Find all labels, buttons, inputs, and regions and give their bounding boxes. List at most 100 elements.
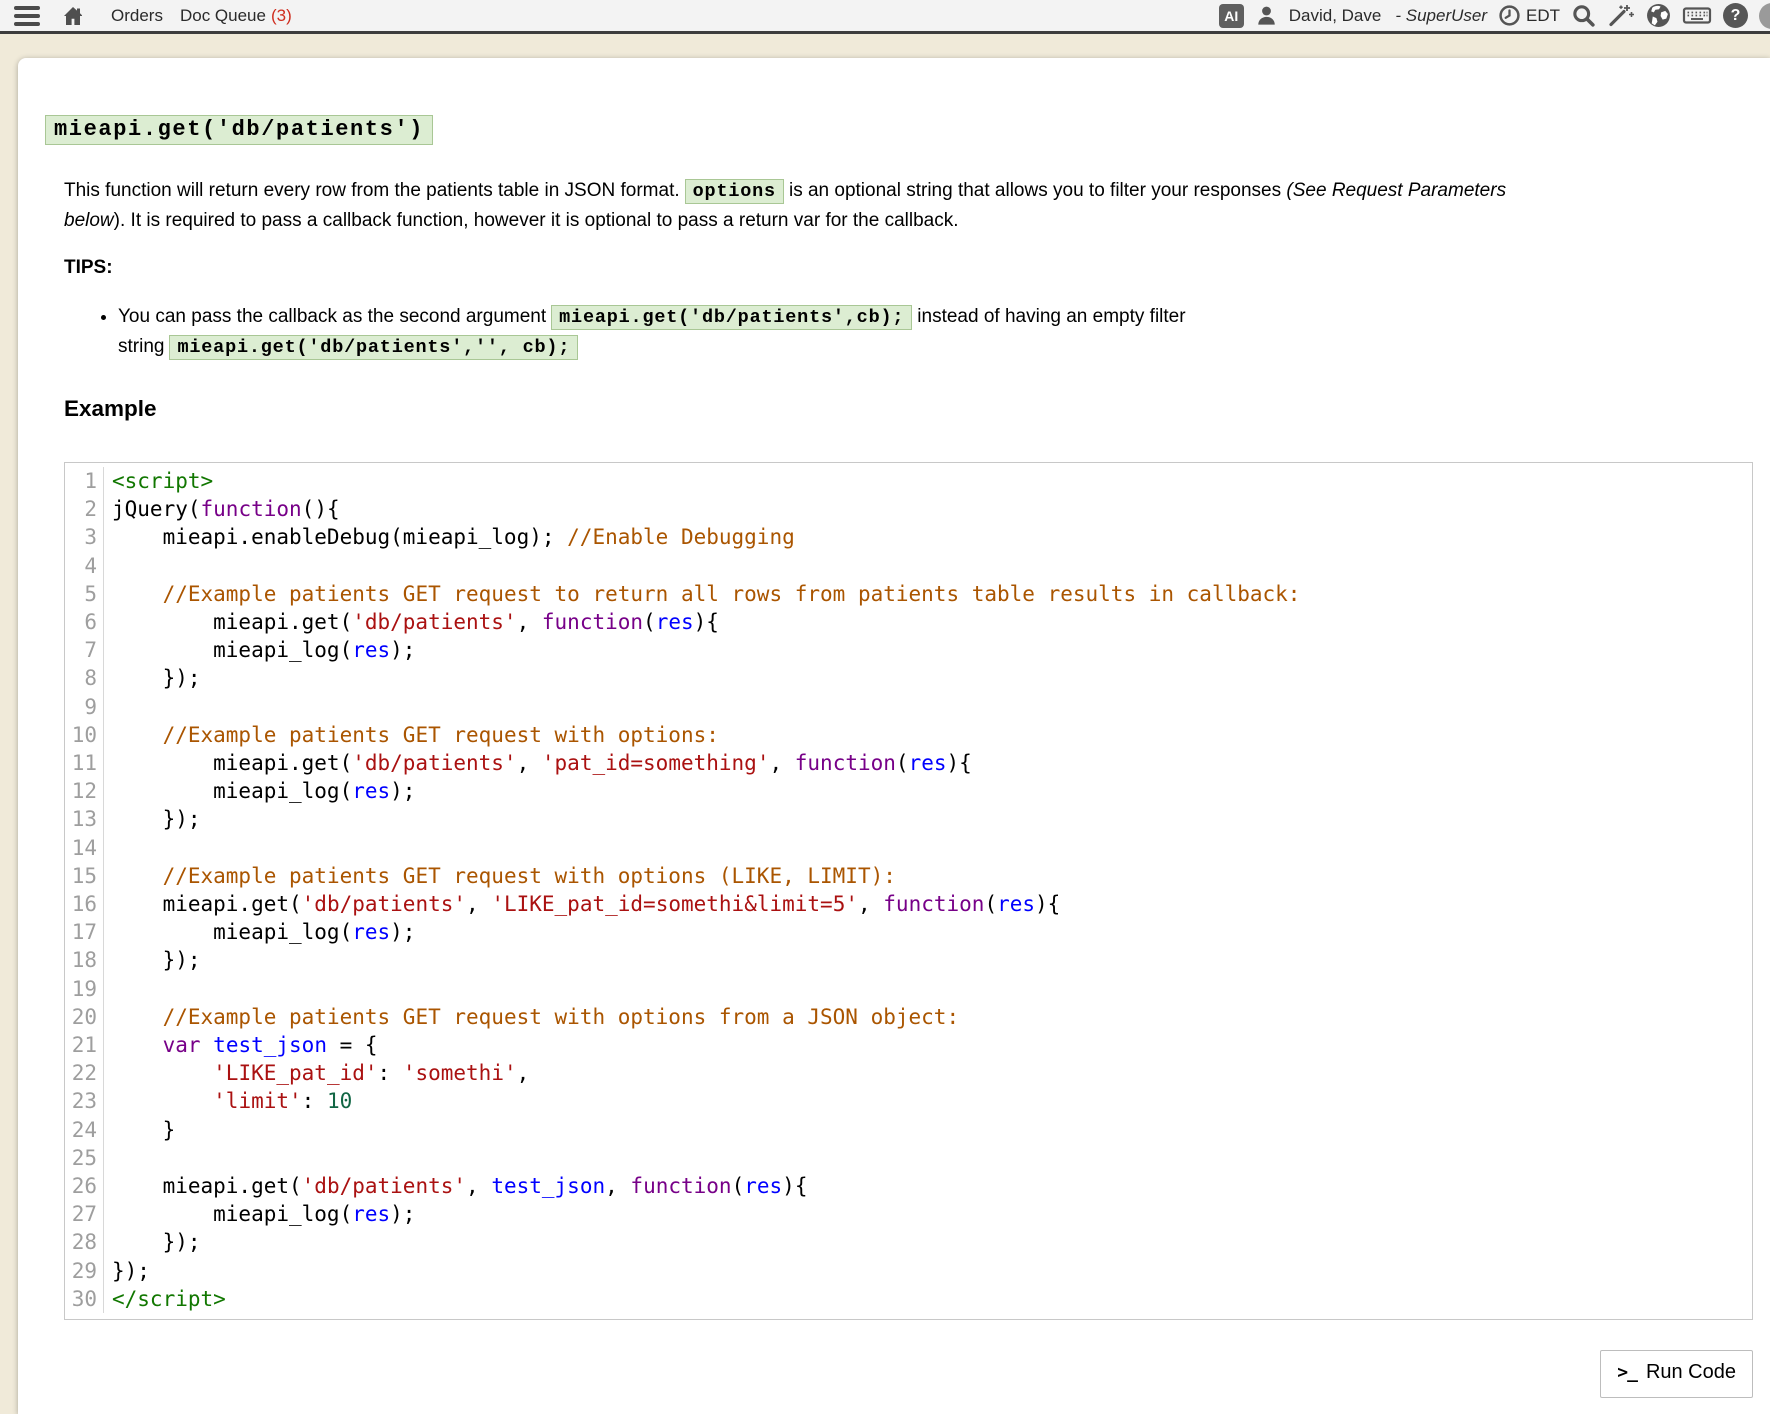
search-icon[interactable] (1571, 3, 1596, 28)
line-number: 23 (65, 1087, 104, 1115)
code-line: 4 (65, 552, 1752, 580)
tip-code-2: mieapi.get('db/patients','', cb); (169, 335, 578, 360)
code-line: 20 //Example patients GET request with o… (65, 1003, 1752, 1031)
code-text: } (104, 1116, 175, 1144)
line-number: 12 (65, 777, 104, 805)
line-number: 13 (65, 805, 104, 833)
code-line: 7 mieapi_log(res); (65, 636, 1752, 664)
line-number: 18 (65, 946, 104, 974)
user-icon[interactable] (1255, 4, 1278, 27)
line-number: 27 (65, 1200, 104, 1228)
keyboard-icon[interactable] (1682, 3, 1712, 28)
code-text: //Example patients GET request with opti… (104, 721, 719, 749)
code-text (104, 834, 112, 862)
code-line: 6 mieapi.get('db/patients', function(res… (65, 608, 1752, 636)
code-line: 3 mieapi.enableDebug(mieapi_log); //Enab… (65, 523, 1752, 551)
code-text (104, 1144, 112, 1172)
code-line: 22 'LIKE_pat_id': 'somethi', (65, 1059, 1752, 1087)
edge-circle-icon[interactable] (1759, 3, 1770, 29)
code-line: 26 mieapi.get('db/patients', test_json, … (65, 1172, 1752, 1200)
code-text: }); (104, 664, 201, 692)
doc-queue-count-badge: (3) (271, 6, 292, 26)
user-name[interactable]: David, Dave (1289, 6, 1382, 26)
line-number: 24 (65, 1116, 104, 1144)
code-text: var test_json = { (104, 1031, 378, 1059)
line-number: 17 (65, 918, 104, 946)
line-number: 15 (65, 862, 104, 890)
example-heading: Example (64, 395, 1753, 422)
intro-paragraph: This function will return every row from… (64, 176, 1561, 235)
intro-text-3: ). It is required to pass a callback fun… (114, 210, 959, 231)
code-line: 19 (65, 975, 1752, 1003)
code-line: 9 (65, 693, 1752, 721)
tip-item: You can pass the callback as the second … (118, 303, 1578, 362)
code-line: 2jQuery(function(){ (65, 495, 1752, 523)
code-text (104, 975, 112, 1003)
code-text: mieapi_log(res); (104, 777, 415, 805)
code-text: //Example patients GET request with opti… (104, 1003, 959, 1031)
code-text: mieapi_log(res); (104, 1200, 415, 1228)
line-number: 4 (65, 552, 104, 580)
code-line: 23 'limit': 10 (65, 1087, 1752, 1115)
line-number: 11 (65, 749, 104, 777)
line-number: 8 (65, 664, 104, 692)
line-number: 29 (65, 1257, 104, 1285)
page-title: mieapi.get('db/patients') (45, 115, 433, 145)
code-text: mieapi.get('db/patients', function(res){ (104, 608, 719, 636)
line-number: 10 (65, 721, 104, 749)
code-line: 18 }); (65, 946, 1752, 974)
content-card: mieapi.get('db/patients') This function … (18, 58, 1770, 1414)
tips-list: You can pass the callback as the second … (64, 303, 1578, 362)
line-number: 20 (65, 1003, 104, 1031)
ai-icon[interactable]: AI (1219, 4, 1244, 28)
code-text: }); (104, 805, 201, 833)
run-code-label: Run Code (1646, 1361, 1736, 1384)
code-text: mieapi.enableDebug(mieapi_log); //Enable… (104, 523, 795, 551)
code-text: mieapi.get('db/patients', 'pat_id=someth… (104, 749, 972, 777)
tip-code-1: mieapi.get('db/patients',cb); (551, 305, 912, 330)
code-text: 'LIKE_pat_id': 'somethi', (104, 1059, 529, 1087)
line-number: 28 (65, 1228, 104, 1256)
intro-text-1: This function will return every row from… (64, 180, 680, 201)
intro-text-2: is an optional string that allows you to… (789, 180, 1286, 201)
line-number: 14 (65, 834, 104, 862)
line-number: 26 (65, 1172, 104, 1200)
code-line: 17 mieapi_log(res); (65, 918, 1752, 946)
code-line: 28 }); (65, 1228, 1752, 1256)
timezone-group[interactable]: EDT (1498, 4, 1560, 27)
code-text: 'limit': 10 (104, 1087, 352, 1115)
run-code-button[interactable]: >_ Run Code (1600, 1350, 1753, 1398)
line-number: 6 (65, 608, 104, 636)
terminal-icon: >_ (1617, 1362, 1637, 1383)
code-line: 1<script> (65, 467, 1752, 495)
line-number: 21 (65, 1031, 104, 1059)
help-icon[interactable]: ? (1723, 3, 1748, 28)
code-text: mieapi_log(res); (104, 918, 415, 946)
nav-item-doc-queue[interactable]: Doc Queue (180, 6, 266, 26)
menu-icon[interactable] (14, 6, 40, 26)
code-line: 11 mieapi.get('db/patients', 'pat_id=som… (65, 749, 1752, 777)
line-number: 25 (65, 1144, 104, 1172)
line-number: 16 (65, 890, 104, 918)
line-number: 22 (65, 1059, 104, 1087)
top-navigation-bar: Orders Doc Queue (3) AI David, Dave - Su… (0, 0, 1770, 34)
inline-code-options: options (685, 179, 784, 204)
line-number: 7 (65, 636, 104, 664)
magic-wand-icon[interactable] (1607, 3, 1635, 28)
code-line: 30</script> (65, 1285, 1752, 1313)
line-number: 30 (65, 1285, 104, 1313)
line-number: 3 (65, 523, 104, 551)
code-text: //Example patients GET request with opti… (104, 862, 896, 890)
topbar-left: Orders Doc Queue (3) (0, 4, 292, 28)
home-icon[interactable] (61, 4, 85, 28)
globe-icon[interactable] (1646, 3, 1671, 28)
code-line: 12 mieapi_log(res); (65, 777, 1752, 805)
nav-item-orders[interactable]: Orders (111, 6, 163, 26)
code-line: 5 //Example patients GET request to retu… (65, 580, 1752, 608)
api-doc: mieapi.get('db/patients') This function … (18, 58, 1770, 1398)
code-line: 24 } (65, 1116, 1752, 1144)
code-text: <script> (104, 467, 213, 495)
line-number: 2 (65, 495, 104, 523)
code-text (104, 552, 112, 580)
code-text: }); (104, 946, 201, 974)
